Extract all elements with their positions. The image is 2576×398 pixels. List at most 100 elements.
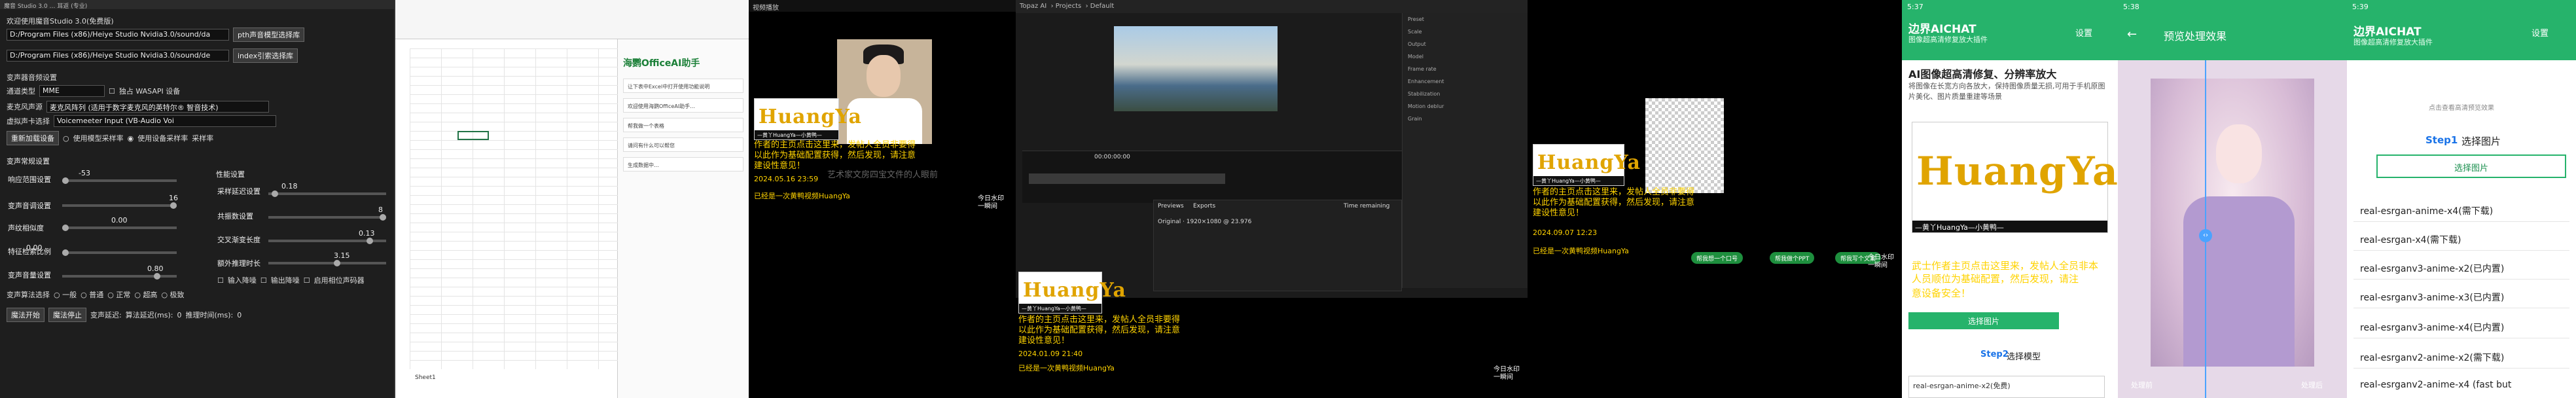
timeline-clip[interactable] bbox=[1029, 173, 1225, 184]
suggestion-chip[interactable]: 帮我做个PPT bbox=[1770, 252, 1815, 264]
phase-vocoder-checkbox[interactable]: ☐ bbox=[304, 276, 310, 285]
huangya-logo: HuangYa —黄丫HuangYa—小黄鸭— bbox=[1533, 144, 1640, 186]
prop-stabilization[interactable]: Stabilization bbox=[1403, 88, 1528, 100]
prop-preset[interactable]: Preset bbox=[1403, 13, 1528, 26]
ribbon-toolbar[interactable] bbox=[395, 0, 749, 39]
start-button[interactable]: 魔法开始 bbox=[7, 308, 45, 322]
prop-motion-deblur[interactable]: Motion deblur bbox=[1403, 100, 1528, 113]
select-image-button[interactable]: 选择图片 bbox=[2376, 154, 2566, 178]
tab-previews[interactable]: Previews bbox=[1158, 203, 1184, 209]
model-option[interactable]: real-esrganv3-anime-x4(已内置) bbox=[2360, 321, 2504, 334]
model-option[interactable]: real-esrganv3-anime-x2(已内置) bbox=[2360, 262, 2504, 275]
latency-slider[interactable] bbox=[268, 190, 386, 197]
model-path-input[interactable]: D:/Program Files (x86)/Heiye Studio Nvid… bbox=[7, 29, 229, 41]
overlay-line: 以此作为基础配置获得，然后发现，请注意 bbox=[1533, 198, 1695, 208]
cell-grid[interactable] bbox=[410, 48, 618, 369]
device-rate-radio[interactable]: ◉ bbox=[128, 134, 134, 143]
extra-slider[interactable] bbox=[268, 260, 386, 266]
preview-image bbox=[1114, 26, 1278, 111]
pth-model-button[interactable]: pth声音模型选择库 bbox=[233, 27, 305, 42]
chat-message: 欢迎使用海鹦OfficeAI助手… bbox=[623, 98, 743, 113]
phone-screen-intro: 5:37 边界AICHAT 图像超高清修复放大插件 设置 AI图像超高清修复、分… bbox=[1902, 0, 2118, 398]
prop-enhancement[interactable]: Enhancement bbox=[1403, 75, 1528, 88]
mode-radio-0[interactable]: ○ 一般 bbox=[54, 289, 77, 300]
vcable-select[interactable]: Voicemeeter Input (VB-Audio Voi bbox=[54, 115, 276, 127]
vcable-label: 虚拟声卡选择 bbox=[7, 117, 50, 126]
comparison-image[interactable] bbox=[2151, 79, 2314, 367]
mic-select[interactable]: 麦克风阵列 (适用于数字麦克风的英特尔® 智音技术) bbox=[46, 101, 269, 113]
prop-output[interactable]: Output bbox=[1403, 38, 1528, 50]
timeline[interactable]: 00:00:00:00 bbox=[1022, 151, 1402, 203]
phone-screen-preview: 5:38 ← 预览处理效果 ‹› 处理前 处理后 bbox=[2118, 0, 2347, 398]
index-path-input[interactable]: D:/Program Files (x86)/Heiye Studio Nvid… bbox=[7, 50, 229, 62]
prop-scale[interactable]: Scale bbox=[1403, 26, 1528, 38]
prop-frame-rate[interactable]: Frame rate bbox=[1403, 63, 1528, 75]
author-chip: 已经是一次黄鸭视频HuangYa bbox=[1533, 247, 1629, 255]
breadcrumb-projects[interactable]: Projects bbox=[1056, 3, 1081, 10]
model-option[interactable]: real-esrganv2-anime-x4 (fast but bbox=[2360, 380, 2511, 390]
input-denoise-checkbox[interactable]: ☐ bbox=[217, 276, 224, 285]
model-dropdown[interactable]: real-esrgan-anime-x2(免费) bbox=[1908, 376, 2105, 398]
prop-model[interactable]: Model bbox=[1403, 50, 1528, 63]
overlay-line: 人员顺位为基础配置，然后发现，请注 bbox=[1912, 273, 2079, 285]
model-rate-radio[interactable]: ○ bbox=[63, 134, 69, 143]
step1-label: Step1 bbox=[2425, 134, 2458, 146]
mode-radio-3[interactable]: ○ 超高 bbox=[134, 289, 157, 300]
threshold-slider[interactable] bbox=[62, 225, 177, 231]
wasapi-checkbox[interactable]: ☐ bbox=[109, 87, 115, 96]
suggestion-chip[interactable]: 帮我想一个口号 bbox=[1691, 252, 1744, 264]
overlay-line: 意设备安全！ bbox=[1912, 287, 1971, 299]
huangya-logo: HuangYa —黄丫HuangYa—小黄鸭— bbox=[1018, 272, 1126, 314]
assistant-title: 海鹦OfficeAI助手 bbox=[623, 58, 700, 69]
volume-slider[interactable] bbox=[62, 202, 177, 209]
factor-slider[interactable] bbox=[62, 273, 177, 280]
status-bar: 5:37 bbox=[1907, 3, 1923, 11]
back-arrow-icon[interactable]: ← bbox=[2127, 27, 2137, 41]
stop-button[interactable]: 魔法停止 bbox=[48, 308, 86, 322]
tab-exports[interactable]: Exports bbox=[1193, 203, 1215, 209]
settings-button[interactable]: 设置 bbox=[2531, 26, 2549, 39]
voice-changer-window: 魔音 Studio 3.0 … 耳返 (专业) 欢迎使用魔音Studio 3.0… bbox=[0, 0, 395, 398]
volume-label: 变声音调设置 bbox=[8, 202, 51, 210]
pitch-label: 响应范围设置 bbox=[8, 175, 51, 184]
model-option[interactable]: real-esrgan-x4(需下载) bbox=[2360, 233, 2461, 246]
description: 将图像在长宽方向各放大，保持图像质量无损,可用于手机原图片美化、图片质量重建等场… bbox=[1908, 82, 2105, 101]
prop-grain[interactable]: Grain bbox=[1403, 113, 1528, 125]
model-option[interactable]: real-esrganv3-anime-x3(已内置) bbox=[2360, 291, 2504, 304]
sheet-tab[interactable]: Sheet1 bbox=[415, 374, 436, 381]
select-image-button[interactable]: 选择图片 bbox=[1908, 312, 2059, 329]
author-chip: 已经是一次黄鸭视频HuangYa bbox=[1018, 364, 1115, 372]
export-item[interactable]: Original · 1920×1080 @ 23.976 bbox=[1158, 219, 1251, 225]
index-button[interactable]: index引索选择库 bbox=[233, 48, 298, 63]
output-denoise-checkbox[interactable]: ☐ bbox=[260, 276, 267, 285]
mode-radio-2[interactable]: ○ 正常 bbox=[107, 289, 130, 300]
params-section-title: 变声常规设置 bbox=[7, 157, 50, 166]
device-rate-label: 使用设备采样率 bbox=[137, 134, 188, 143]
overlay-line: 以此作为基础配置获得，然后发现，请注意 bbox=[754, 151, 916, 160]
mic-label: 麦克风声源 bbox=[7, 103, 43, 111]
crossfade-slider[interactable] bbox=[268, 238, 386, 244]
harmonics-slider[interactable] bbox=[268, 214, 386, 221]
model-option[interactable]: real-esrgan-anime-x4(需下载) bbox=[2360, 204, 2493, 217]
channel-select[interactable]: MME bbox=[39, 85, 105, 97]
app-subtitle: 图像超高清修复放大插件 bbox=[2353, 38, 2433, 46]
pitch-slider[interactable] bbox=[62, 177, 177, 184]
index-slider[interactable] bbox=[62, 249, 177, 256]
model-option[interactable]: real-esrganv2-anime-x2(需下载) bbox=[2360, 351, 2504, 364]
settings-button[interactable]: 设置 bbox=[2075, 26, 2092, 39]
mode-radio-1[interactable]: ○ 普通 bbox=[80, 289, 103, 300]
compare-handle-icon[interactable]: ‹› bbox=[2199, 229, 2212, 242]
presenter-image bbox=[837, 39, 932, 144]
breadcrumb-default[interactable]: Default bbox=[1090, 3, 1115, 10]
infer-time-value: 0 bbox=[237, 310, 242, 319]
factor-value: 0.80 bbox=[147, 264, 164, 273]
reload-devices-button[interactable]: 重新加载设备 bbox=[7, 131, 59, 145]
video-player-2: HuangYa —黄丫HuangYa—小黄鸭— 作者的主页点击这里来，发帖人全员… bbox=[1528, 0, 1902, 398]
input-denoise-label: 输入降噪 bbox=[227, 276, 257, 285]
overlay-line: 武士作者主页点击这里来，发帖人全员非本 bbox=[1912, 260, 2099, 272]
selected-cell[interactable] bbox=[457, 131, 489, 140]
overlay-line: 建设性意见！ bbox=[754, 161, 806, 171]
divider bbox=[2353, 221, 2569, 222]
crossfade-value: 0.13 bbox=[359, 229, 375, 238]
mode-radio-4[interactable]: ○ 极致 bbox=[161, 289, 184, 300]
